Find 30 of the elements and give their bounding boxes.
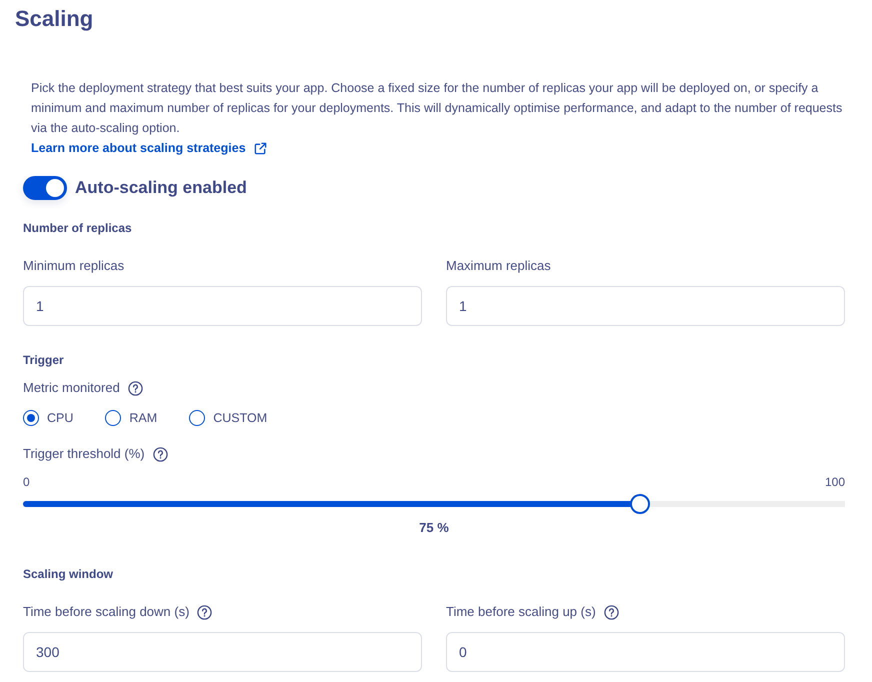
number-input[interactable]: 1 <box>23 286 422 326</box>
number-input[interactable]: 0 <box>446 632 845 672</box>
radio-option[interactable]: RAM <box>105 410 158 426</box>
field-label: Time before scaling down (s) <box>23 604 190 620</box>
slider-value: 75 % <box>419 520 449 536</box>
page-title: Scaling <box>15 5 94 33</box>
learn-more-link[interactable]: Learn more about scaling strategies <box>31 138 267 158</box>
slider-thumb[interactable] <box>630 494 650 514</box>
external-link-icon <box>254 142 267 154</box>
field-label: Trigger threshold (%) <box>23 446 145 462</box>
help-icon[interactable] <box>128 380 143 396</box>
radio-option[interactable]: CPU <box>23 410 74 426</box>
number-input[interactable]: 1 <box>446 286 845 326</box>
slider-max-label: 100 <box>824 474 845 490</box>
field-label: Maximum replicas <box>446 258 551 274</box>
radio-option[interactable]: CUSTOM <box>189 410 268 426</box>
section-heading: Scaling window <box>23 566 114 582</box>
description-text: Pick the deployment strategy that best suits your app. Choose a fixed size for the number of replicas your app will be deployed on, or specify a minimum and maximum number of replicas for your deployments. This will dynamically optimise performance, and adapt to the number of requests via the auto-scaling option. <box>31 80 844 137</box>
help-icon[interactable] <box>152 446 168 462</box>
help-icon[interactable] <box>604 604 619 620</box>
toggle-label: Auto-scaling enabled <box>75 177 247 199</box>
help-icon[interactable] <box>197 604 212 620</box>
toggle-switch[interactable] <box>23 176 67 200</box>
slider-min-label: 0 <box>23 474 30 490</box>
section-heading: Number of replicas <box>23 220 133 236</box>
field-label: Time before scaling up (s) <box>446 604 596 620</box>
field-label: Metric monitored <box>23 380 120 396</box>
section-heading: Trigger <box>23 352 65 368</box>
field-label: Minimum replicas <box>23 258 124 274</box>
number-input[interactable]: 300 <box>23 632 422 672</box>
